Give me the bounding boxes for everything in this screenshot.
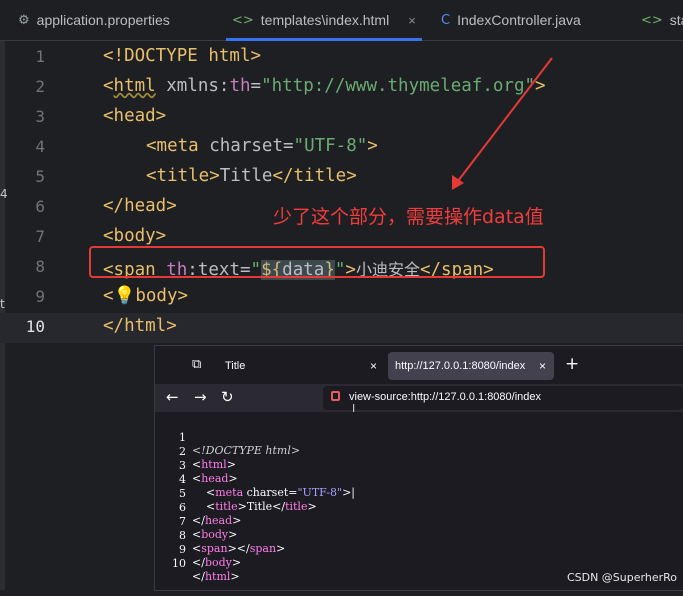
code-text: <!DOCTYPE html> <box>103 46 262 66</box>
tab-label: sta <box>669 12 683 28</box>
code-text: <💡body> <box>103 286 189 306</box>
url-text: view-source:http://127.0.0.1:8080/index <box>349 391 542 403</box>
code-line[interactable]: 4 <meta charset="UTF-8"> <box>0 133 683 163</box>
line-number: 5 <box>35 167 45 186</box>
tab-label: application.properties <box>36 12 170 28</box>
tab-label: http://127.0.0.1:8080/index <box>395 360 526 372</box>
line-number: 8 <box>35 257 45 276</box>
lightbulb-icon[interactable]: 💡 <box>114 286 136 306</box>
tab-label: Title <box>225 360 246 372</box>
code-text: <body> <box>103 226 167 246</box>
tab-view-icon[interactable]: ⧉ <box>192 357 201 372</box>
browser-tab-title[interactable]: Title × <box>217 352 385 380</box>
close-icon[interactable]: × <box>539 359 546 373</box>
url-bar[interactable]: view-source:http://127.0.0.1:8080/index <box>323 386 683 410</box>
tab-label: IndexController.java <box>457 12 581 28</box>
lock-icon <box>331 391 340 401</box>
line-number: 6 <box>35 197 45 216</box>
html-tag-icon: <> <box>641 12 663 28</box>
line-number: 3 <box>35 107 45 126</box>
line-number: 10 <box>25 317 45 336</box>
code-text: <title>Title</title> <box>146 166 357 186</box>
line-number: 1 <box>35 47 45 66</box>
source-line-number: 10 <box>172 557 186 570</box>
source-line: 3 <head> <box>155 446 238 485</box>
editor-tab-bar: ⚙ application.properties <> templates\in… <box>0 0 683 41</box>
source-line: 4 <meta charset="UTF-8">| <box>155 460 355 499</box>
code-text: </html> <box>103 316 177 336</box>
annotation-text: 少了这个部分，需要操作data值 <box>273 206 544 228</box>
browser-toolbar: ← → ↻ view-source:http://127.0.0.1:8080/… <box>155 384 683 412</box>
line-number: 2 <box>35 77 45 96</box>
source-line: 9 </body> <box>155 530 241 569</box>
close-icon[interactable]: × <box>370 359 377 373</box>
source-line: 10 </html> <box>155 544 240 583</box>
browser-tab-active[interactable]: http://127.0.0.1:8080/index × <box>388 352 554 380</box>
reload-button[interactable]: ↻ <box>221 388 234 406</box>
code-text: <meta charset="UTF-8"> <box>146 136 378 156</box>
code-text: </head> <box>103 196 177 216</box>
source-line: 5 <title>Title</title> <box>155 474 317 513</box>
code-line[interactable]: 5 <title>Title</title> <box>0 163 683 193</box>
code-line[interactable]: 2 <html xmlns:th="http://www.thymeleaf.o… <box>0 73 683 103</box>
source-line: 8 <span></span> <box>155 516 285 555</box>
close-icon[interactable]: × <box>408 13 416 28</box>
tab-index-html[interactable]: <> templates\index.html × <box>226 0 422 41</box>
line-number: 7 <box>35 227 45 246</box>
view-source-content[interactable]: 1 <!DOCTYPE html> 2 <html> 3 <head> 4 <m… <box>155 412 683 590</box>
tab-label: templates\index.html <box>260 12 390 28</box>
tab-application-properties[interactable]: ⚙ application.properties <box>18 0 170 40</box>
code-text: <html xmlns:th="http://www.thymeleaf.org… <box>103 76 546 96</box>
watermark: CSDN @SuperherRo <box>566 571 677 584</box>
line-number: 9 <box>35 287 45 306</box>
code-line[interactable]: 1 <!DOCTYPE html> <box>0 43 683 73</box>
source-line: 7 <body> <box>155 502 237 541</box>
code-text: <head> <box>103 106 167 126</box>
annotation-highlight-box <box>89 246 545 278</box>
html-tag-icon: <> <box>232 12 254 28</box>
browser-tab-bar: ⧉ Title × http://127.0.0.1:8080/index × … <box>155 346 683 384</box>
code-line[interactable]: 3 <head> <box>0 103 683 133</box>
tab-index-controller[interactable]: C IndexController.java <box>441 0 581 40</box>
line-number: 4 <box>35 137 45 156</box>
source-line: 6 </head> <box>155 488 241 527</box>
back-button[interactable]: ← <box>166 388 179 406</box>
browser-window: ⧉ Title × http://127.0.0.1:8080/index × … <box>155 346 683 590</box>
source-line: 1 <!DOCTYPE html> <box>155 418 300 457</box>
gear-icon: ⚙ <box>18 12 30 28</box>
forward-button[interactable]: → <box>194 388 207 406</box>
code-line[interactable]: 9 <💡body> <box>0 283 683 313</box>
tab-sta[interactable]: <> sta <box>641 0 683 40</box>
source-line: 2 <html> <box>155 432 236 471</box>
new-tab-button[interactable]: + <box>565 354 579 374</box>
code-line-current[interactable]: 10 </html> <box>0 313 683 343</box>
class-icon: C <box>441 12 451 28</box>
